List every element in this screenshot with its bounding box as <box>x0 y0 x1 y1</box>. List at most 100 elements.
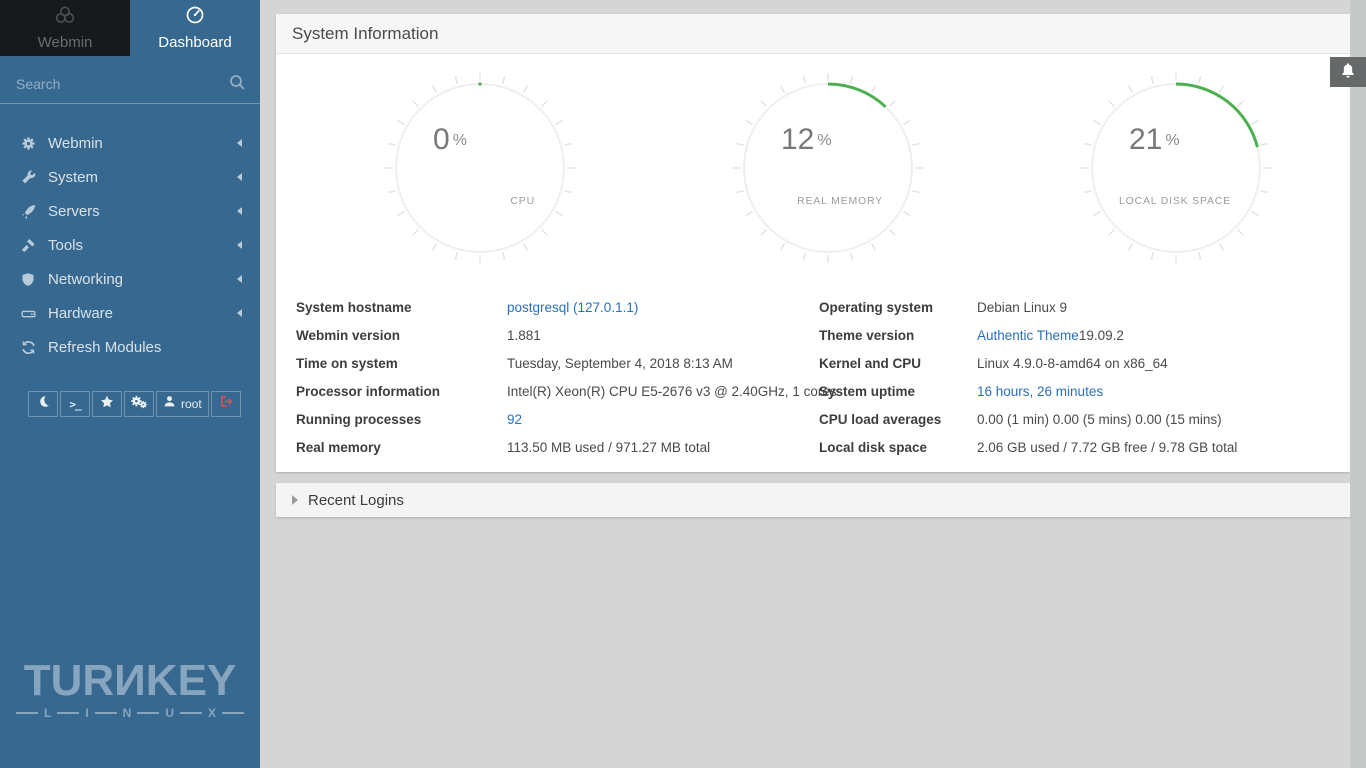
svg-text:REAL MEMORY: REAL MEMORY <box>797 195 883 207</box>
wrench-icon <box>20 169 36 185</box>
logo-dash <box>57 712 79 714</box>
chevron-left-icon <box>237 139 242 147</box>
sidebar-item-label: System <box>48 169 98 186</box>
logo-letter: L <box>44 706 51 720</box>
info-value: 16 hours, 26 minutes <box>977 377 1350 405</box>
info-label: Webmin version <box>296 321 507 349</box>
info-value: Intel(R) Xeon(R) CPU E5-2676 v3 @ 2.40GH… <box>507 377 819 405</box>
gears-icon <box>131 395 147 414</box>
page-title: System Information <box>292 24 438 44</box>
info-label: Real memory <box>296 433 507 461</box>
chevron-left-icon <box>237 309 242 317</box>
logo-letter: I <box>85 706 88 720</box>
night-mode-button[interactable] <box>28 391 58 417</box>
info-label: Running processes <box>296 405 507 433</box>
info-value: 1.881 <box>507 321 819 349</box>
refresh-icon <box>20 339 36 355</box>
sidebar-item-label: Tools <box>48 237 83 254</box>
real-memory-gauge: 12%REAL MEMORY <box>733 73 923 263</box>
chevron-left-icon <box>237 241 242 249</box>
info-value-text: 19.09.2 <box>1079 328 1124 343</box>
svg-text:CPU: CPU <box>510 195 535 207</box>
info-value-link[interactable]: 16 hours, 26 minutes <box>977 384 1103 399</box>
sidebar-item-label: Hardware <box>48 305 113 322</box>
star-icon <box>100 395 114 414</box>
logo-dash <box>16 712 38 714</box>
shield-icon <box>20 271 36 287</box>
sidebar-item-label: Webmin <box>48 135 103 152</box>
recent-logins-panel[interactable]: Recent Logins <box>276 483 1350 517</box>
logo-dash <box>180 712 202 714</box>
tools-icon <box>20 237 36 253</box>
info-label: Processor information <box>296 377 507 405</box>
sidebar-item-webmin[interactable]: Webmin <box>0 126 260 160</box>
tab-dashboard[interactable]: Dashboard <box>130 0 260 56</box>
cpu-gauge: 0%CPU <box>385 73 575 263</box>
info-label: Theme version <box>819 321 977 349</box>
turnkey-linux-logo: TURИKEY LINUX <box>0 658 260 720</box>
svg-text:LOCAL DISK SPACE: LOCAL DISK SPACE <box>1119 195 1231 207</box>
webmin-logo-icon <box>54 5 76 30</box>
rocket-icon <box>20 203 36 219</box>
info-value-link[interactable]: Authentic Theme <box>977 328 1079 343</box>
sidebar-item-tools[interactable]: Tools <box>0 228 260 262</box>
user-icon <box>163 395 176 413</box>
info-value-text: Debian Linux 9 <box>977 300 1067 315</box>
info-value: 2.06 GB used / 7.72 GB free / 9.78 GB to… <box>977 433 1350 461</box>
linux-logo-text: LINUX <box>0 706 260 720</box>
recent-logins-title: Recent Logins <box>308 492 404 509</box>
sidebar-item-system[interactable]: System <box>0 160 260 194</box>
tab-webmin-label: Webmin <box>38 34 93 51</box>
local-disk-space-gauge: 21%LOCAL DISK SPACE <box>1081 73 1271 263</box>
scrollbar-track[interactable] <box>1350 0 1366 768</box>
logo-dash <box>95 712 117 714</box>
chevron-left-icon <box>237 207 242 215</box>
notifications-button[interactable] <box>1330 57 1366 87</box>
dashboard-gauge-icon <box>185 5 205 30</box>
tab-webmin[interactable]: Webmin <box>0 0 130 56</box>
terminal-button[interactable]: >_ <box>60 391 90 417</box>
info-value: Authentic Theme 19.09.2 <box>977 321 1350 349</box>
gear-icon <box>20 135 36 151</box>
info-value-text: Intel(R) Xeon(R) CPU E5-2676 v3 @ 2.40GH… <box>507 384 837 399</box>
info-value-text: 113.50 MB used / 971.27 MB total <box>507 440 710 455</box>
hdd-icon <box>20 305 36 321</box>
sidebar-item-networking[interactable]: Networking <box>0 262 260 296</box>
settings-button[interactable] <box>124 391 154 417</box>
info-value: 113.50 MB used / 971.27 MB total <box>507 433 819 461</box>
search-icon[interactable] <box>229 74 246 96</box>
search-input[interactable] <box>0 64 260 103</box>
sidebar-item-label: Networking <box>48 271 123 288</box>
logo-dash <box>222 712 244 714</box>
logout-button[interactable] <box>211 391 241 417</box>
sidebar-item-servers[interactable]: Servers <box>0 194 260 228</box>
info-value-text: 1.881 <box>507 328 541 343</box>
terminal-icon: >_ <box>69 398 80 411</box>
chevron-right-icon <box>292 495 298 505</box>
bell-icon <box>1340 62 1356 82</box>
info-value-text: Tuesday, September 4, 2018 8:13 AM <box>507 356 733 371</box>
main-content: System Information 0%CPU 12%REAL MEMORY … <box>260 0 1366 768</box>
info-value: postgresql (127.0.1.1) <box>507 293 819 321</box>
info-label: Time on system <box>296 349 507 377</box>
sidebar-item-hardware[interactable]: Hardware <box>0 296 260 330</box>
system-information-panel: System Information 0%CPU 12%REAL MEMORY … <box>276 14 1350 472</box>
info-value: 0.00 (1 min) 0.00 (5 mins) 0.00 (15 mins… <box>977 405 1350 433</box>
info-label: Operating system <box>819 293 977 321</box>
info-value: Debian Linux 9 <box>977 293 1350 321</box>
info-label: CPU load averages <box>819 405 977 433</box>
info-label: System hostname <box>296 293 507 321</box>
sidebar-tabs: Webmin Dashboard <box>0 0 260 56</box>
sidebar-item-refresh-modules[interactable]: Refresh Modules <box>0 330 260 364</box>
info-label: Kernel and CPU <box>819 349 977 377</box>
tab-dashboard-label: Dashboard <box>158 34 231 51</box>
info-value-text: Linux 4.9.0-8-amd64 on x86_64 <box>977 356 1168 371</box>
user-button[interactable]: root <box>156 391 209 417</box>
moon-icon <box>37 395 50 413</box>
info-value-link[interactable]: postgresql (127.0.1.1) <box>507 300 638 315</box>
sidebar-item-label: Servers <box>48 203 100 220</box>
system-info-grid: System hostnamepostgresql (127.0.1.1) Ope… <box>276 293 1350 461</box>
sidebar: Webmin Dashboard We <box>0 0 260 768</box>
favorites-button[interactable] <box>92 391 122 417</box>
info-value-link[interactable]: 92 <box>507 412 522 427</box>
